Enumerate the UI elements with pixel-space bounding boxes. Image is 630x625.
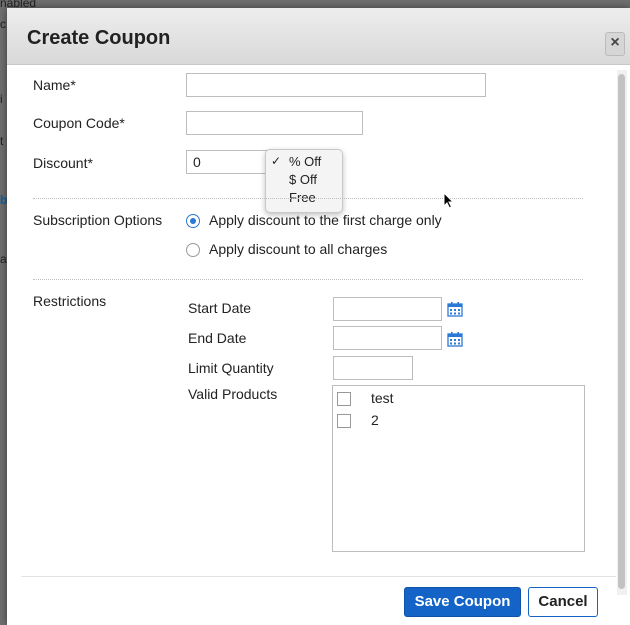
limit-quantity-label: Limit Quantity [188, 360, 274, 376]
coupon-code-label: Coupon Code* [33, 115, 125, 131]
scrollbar-thumb[interactable] [618, 74, 625, 589]
radio-all-charges[interactable] [186, 243, 200, 257]
end-date-input[interactable] [333, 326, 442, 350]
radio-first-charge[interactable] [186, 214, 200, 228]
name-input[interactable] [186, 73, 486, 97]
calendar-icon[interactable] [447, 301, 463, 317]
name-label: Name* [33, 77, 76, 93]
discount-input[interactable] [186, 150, 276, 174]
radio-first-charge-label[interactable]: Apply discount to the first charge only [209, 212, 442, 228]
dialog-scrollbar[interactable] [617, 70, 627, 595]
checkmark-icon: ✓ [271, 154, 282, 168]
cancel-button[interactable]: Cancel [528, 587, 598, 617]
radio-all-charges-label[interactable]: Apply discount to all charges [209, 241, 387, 257]
option-label: $ Off [289, 172, 317, 187]
section-divider [33, 279, 583, 280]
background-text: a [0, 252, 7, 266]
limit-quantity-input[interactable] [333, 356, 413, 380]
dialog-title: Create Coupon [27, 27, 171, 49]
restrictions-label: Restrictions [33, 293, 107, 309]
discount-type-dropdown: ✓ % Off $ Off Free [265, 149, 343, 213]
valid-products-label: Valid Products [188, 386, 278, 402]
background-text: i [0, 92, 3, 106]
close-button[interactable]: × [605, 32, 625, 56]
subscription-options-label: Subscription Options [33, 212, 163, 228]
save-coupon-button[interactable]: Save Coupon [404, 587, 521, 617]
footer-divider [21, 576, 616, 577]
mouse-cursor-icon [443, 192, 455, 209]
coupon-code-input[interactable] [186, 111, 363, 135]
dialog-titlebar: Create Coupon × [7, 8, 630, 65]
discount-option-percent-off[interactable]: ✓ % Off [266, 153, 342, 171]
product-label[interactable]: 2 [371, 412, 379, 428]
create-coupon-dialog: Create Coupon × Name* Coupon Code* Disco… [7, 8, 630, 625]
option-label: % Off [289, 154, 322, 169]
valid-products-list[interactable]: test 2 [332, 385, 585, 552]
product-checkbox[interactable] [337, 392, 351, 406]
start-date-label: Start Date [188, 300, 252, 316]
discount-option-dollar-off[interactable]: $ Off [266, 171, 342, 189]
start-date-input[interactable] [333, 297, 442, 321]
product-checkbox[interactable] [337, 414, 351, 428]
section-divider [33, 198, 583, 199]
background-text: t [0, 134, 4, 148]
discount-label: Discount* [33, 155, 93, 171]
product-label[interactable]: test [371, 390, 394, 406]
background-text: c [0, 17, 6, 31]
calendar-icon[interactable] [447, 331, 463, 347]
end-date-label: End Date [188, 330, 247, 346]
